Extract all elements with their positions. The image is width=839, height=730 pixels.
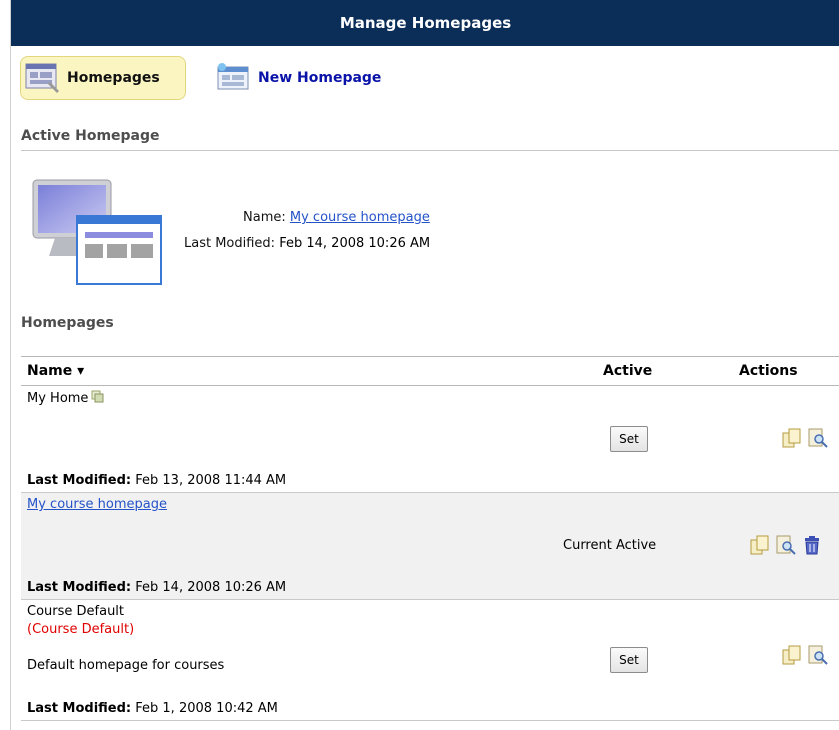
copy-icon[interactable] <box>749 534 771 556</box>
name-label: Name: <box>243 210 286 225</box>
shared-icon <box>91 390 104 403</box>
manage-homepages-panel: Manage Homepages Homepages New Homepage … <box>10 0 839 730</box>
homepage-name: Course Default <box>27 604 125 619</box>
table-row: Course Default (Course Default) Default … <box>21 600 839 721</box>
row-actions <box>781 427 829 449</box>
new-homepage-label: New Homepage <box>258 70 382 86</box>
name-column-header[interactable]: Name ▾ <box>27 363 84 379</box>
page-title: Manage Homepages <box>11 0 839 46</box>
preview-icon[interactable] <box>807 644 829 666</box>
copy-icon[interactable] <box>781 427 803 449</box>
homepage-name: My Home <box>27 390 104 406</box>
course-default-tag: (Course Default) <box>27 622 135 637</box>
set-active-button[interactable]: Set <box>610 426 648 452</box>
new-homepage-link[interactable]: New Homepage <box>214 56 381 100</box>
table-row: My course homepage Current Active Last M… <box>21 493 839 600</box>
active-modified-row: Last Modified: Feb 14, 2008 10:26 AM <box>184 236 430 251</box>
homepages-icon <box>25 63 59 93</box>
preview-icon[interactable] <box>807 427 829 449</box>
last-modified: Last Modified: Feb 1, 2008 10:42 AM <box>27 701 278 716</box>
last-modified: Last Modified: Feb 14, 2008 10:26 AM <box>27 580 287 595</box>
monitor-icon <box>32 179 162 285</box>
active-column-header: Active <box>603 363 653 379</box>
last-modified-value: Feb 14, 2008 10:26 AM <box>279 236 431 251</box>
active-homepage-link[interactable]: My course homepage <box>290 210 430 225</box>
row-actions <box>749 534 823 556</box>
delete-icon[interactable] <box>801 534 823 556</box>
table-header: Name ▾ Active Actions <box>21 356 839 386</box>
homepages-table: Name ▾ Active Actions My Home Set Last M… <box>21 356 839 721</box>
set-active-button[interactable]: Set <box>610 647 648 673</box>
last-modified: Last Modified: Feb 13, 2008 11:44 AM <box>27 473 287 488</box>
homepages-tab[interactable]: Homepages <box>20 56 186 100</box>
homepages-label: Homepages <box>67 70 160 86</box>
active-homepage-heading: Active Homepage <box>21 128 160 144</box>
preview-icon[interactable] <box>775 534 797 556</box>
new-homepage-icon <box>217 63 249 90</box>
table-row: My Home Set Last Modified: Feb 13, 2008 … <box>21 386 839 493</box>
row-actions <box>781 644 829 666</box>
toolbar: Homepages New Homepage <box>11 46 839 108</box>
copy-icon[interactable] <box>781 644 803 666</box>
homepages-heading: Homepages <box>21 315 114 331</box>
homepage-name-link[interactable]: My course homepage <box>27 497 167 512</box>
actions-column-header: Actions <box>739 363 798 379</box>
homepage-description: Default homepage for courses <box>27 658 225 673</box>
current-active-status: Current Active <box>563 538 657 553</box>
divider <box>21 150 839 151</box>
last-modified-label: Last Modified: <box>184 236 276 251</box>
active-name-row: Name: My course homepage <box>243 210 430 225</box>
